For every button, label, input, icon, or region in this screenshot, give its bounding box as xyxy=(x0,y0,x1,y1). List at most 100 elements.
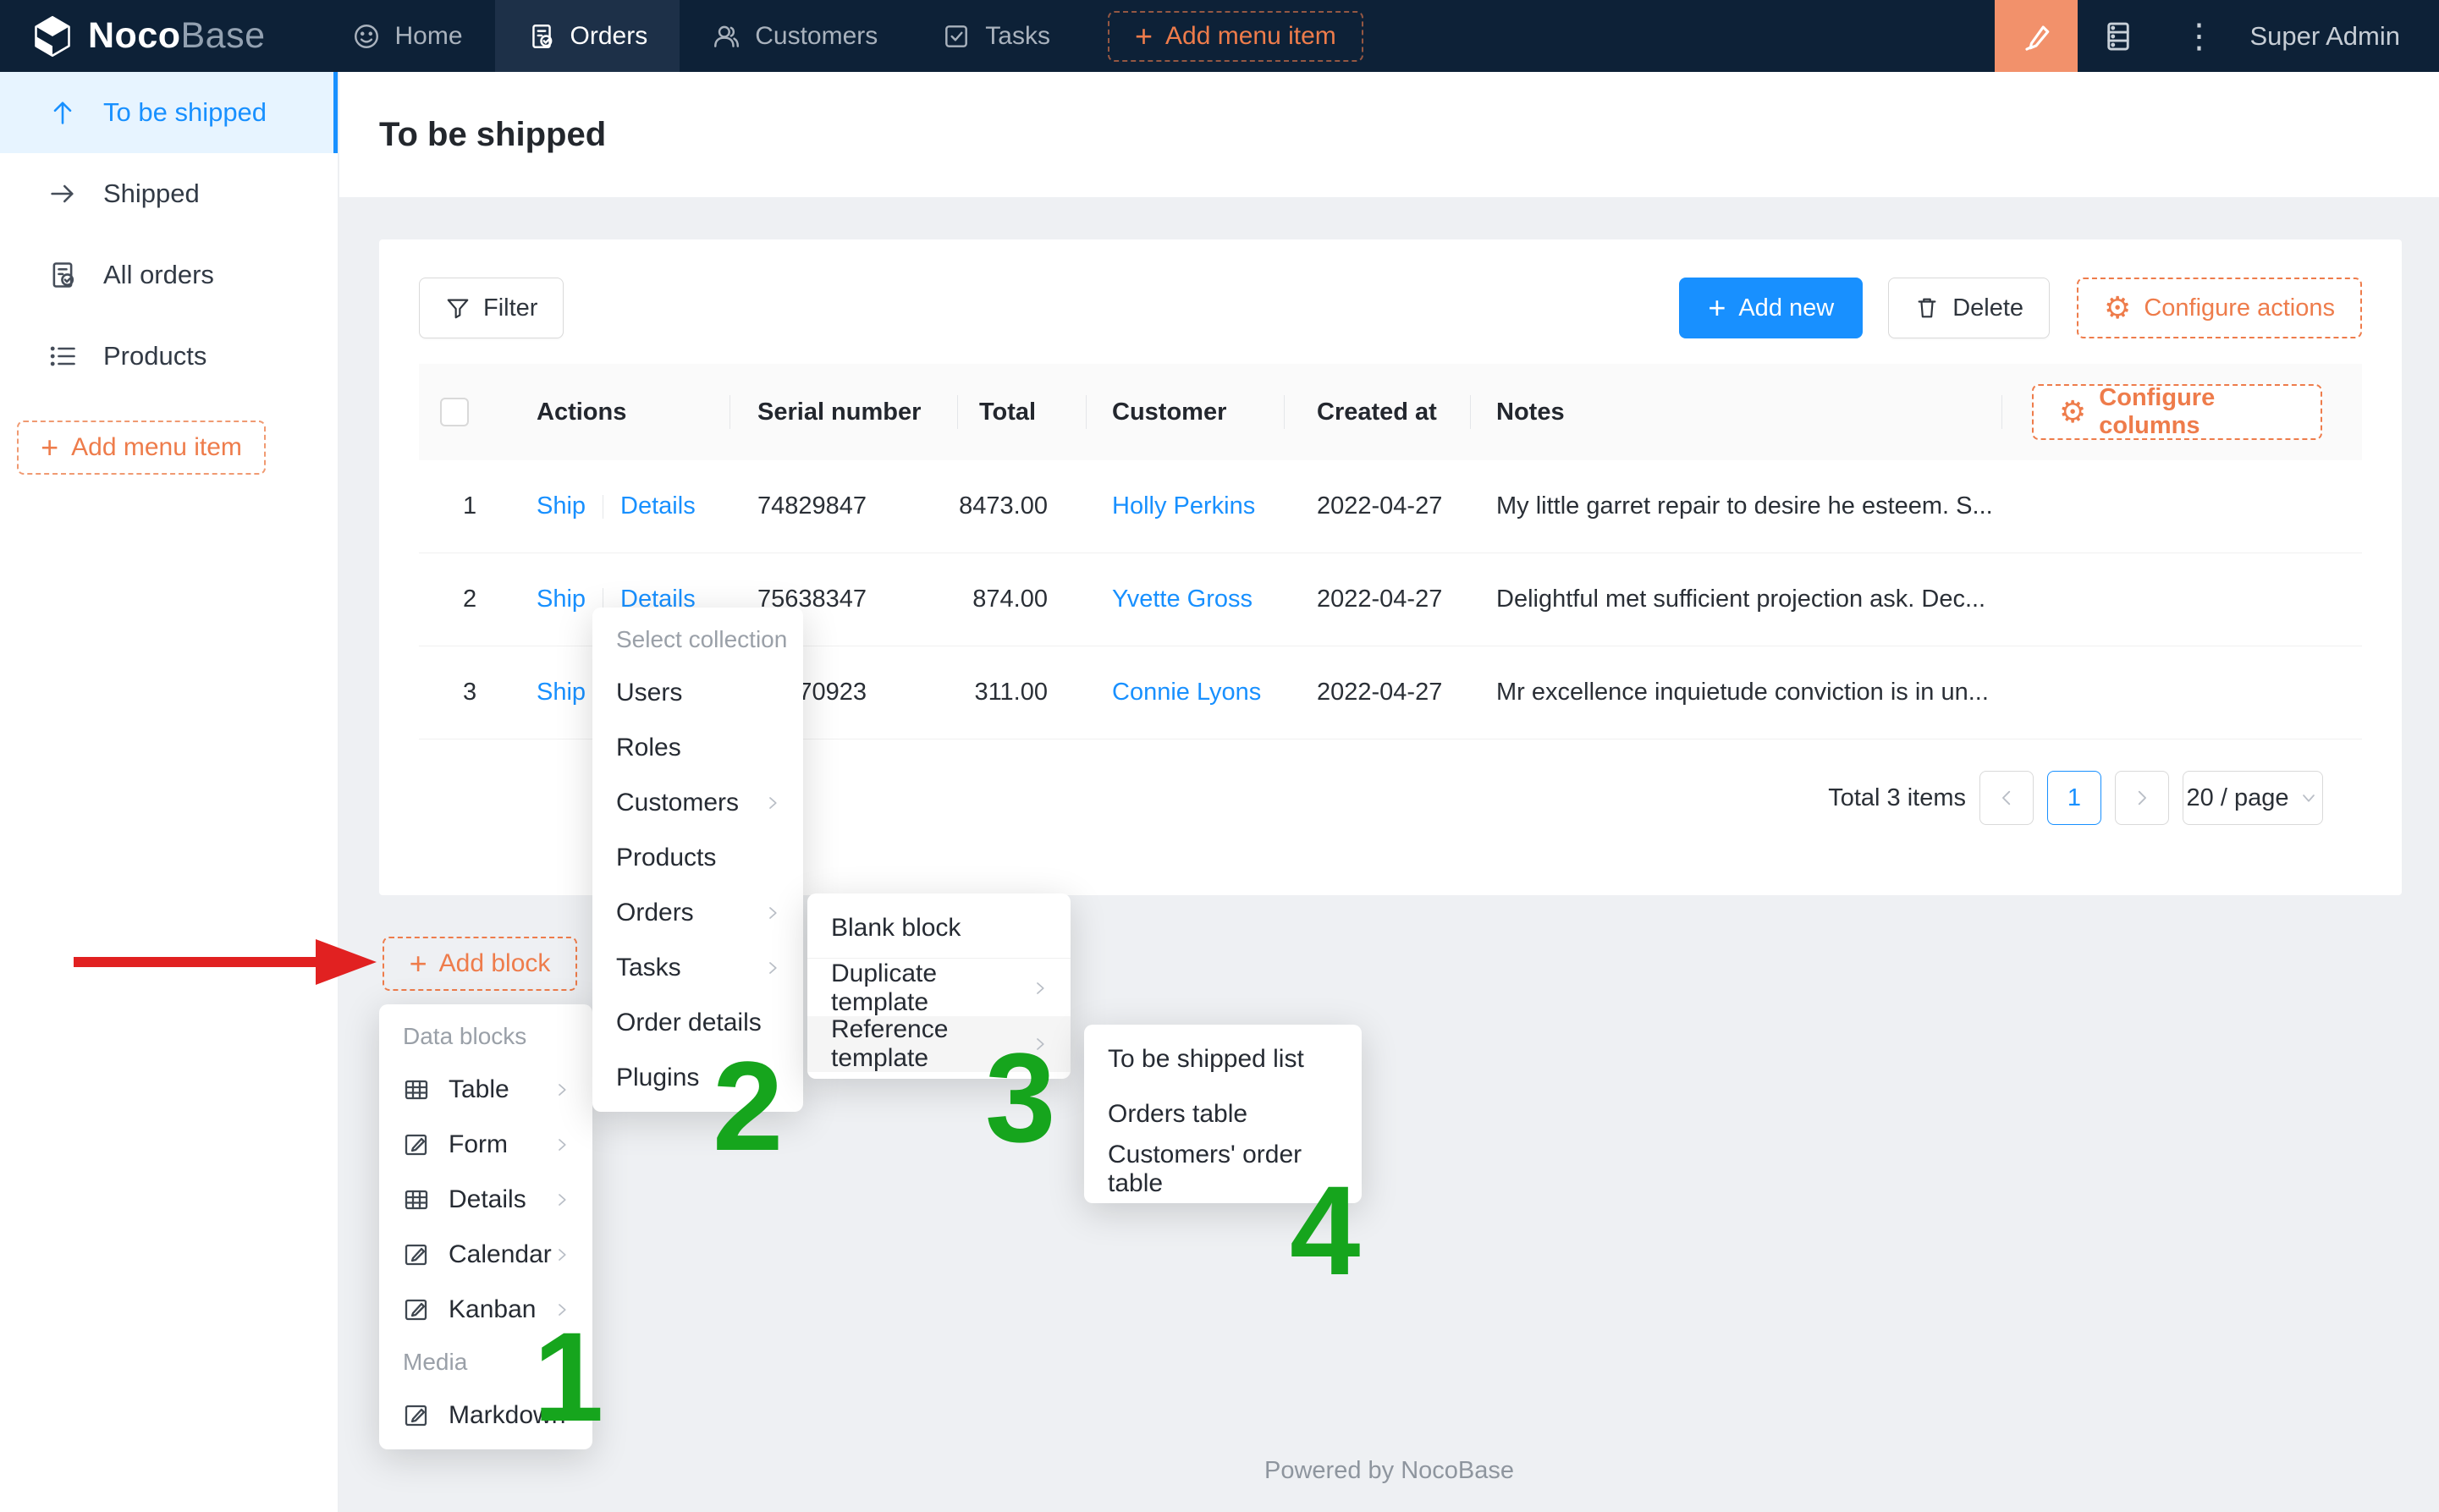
chevron-right-icon xyxy=(552,1135,572,1155)
total-cell: 8473.00 xyxy=(957,492,1086,520)
menu-item-tasks[interactable]: Tasks xyxy=(592,940,803,995)
nav-add-menu-item-button[interactable]: + Add menu item xyxy=(1108,11,1363,62)
prev-page-button[interactable] xyxy=(1979,771,2034,825)
chevron-right-icon xyxy=(763,903,783,923)
list-icon xyxy=(47,341,78,371)
customer-link[interactable]: Yvette Gross xyxy=(1086,586,1284,613)
configure-columns-button[interactable]: ⚙ Configure columns xyxy=(2032,384,2322,440)
column-header-serial[interactable]: Serial number xyxy=(729,364,957,460)
next-page-button[interactable] xyxy=(2115,771,2169,825)
menu-item-label: Kanban xyxy=(449,1295,536,1324)
menu-item-users[interactable]: Users xyxy=(592,665,803,720)
delete-button[interactable]: Delete xyxy=(1888,278,2050,338)
column-header-actions[interactable]: Actions xyxy=(506,364,729,460)
plugin-manager-button[interactable] xyxy=(2078,0,2159,72)
menu-item-label: Calendar xyxy=(449,1240,552,1269)
column-header-notes[interactable]: Notes xyxy=(1470,364,2001,460)
configure-actions-label: Configure actions xyxy=(2144,294,2335,322)
menu-item-blank-block[interactable]: Blank block xyxy=(807,900,1071,956)
form-icon xyxy=(403,1402,430,1429)
details-link[interactable]: Details xyxy=(620,492,696,520)
sidebar-label-products: Products xyxy=(103,341,206,371)
gear-icon: ⚙ xyxy=(2104,293,2131,323)
nav-item-orders[interactable]: Orders xyxy=(495,0,680,72)
annotation-number-1: 1 xyxy=(533,1313,603,1440)
trash-icon xyxy=(1914,295,1940,321)
add-new-label: Add new xyxy=(1738,294,1834,322)
chevron-right-icon xyxy=(763,958,783,978)
file-check-icon xyxy=(527,22,556,51)
menu-item-customers[interactable]: Customers xyxy=(592,775,803,830)
sidebar-label-shipped: Shipped xyxy=(103,179,200,209)
arrow-up-icon xyxy=(47,97,78,128)
sidebar-item-to-be-shipped[interactable]: To be shipped xyxy=(0,72,338,153)
add-block-button[interactable]: + Add block xyxy=(383,937,577,991)
ship-link[interactable]: Ship xyxy=(537,492,586,520)
chevron-right-icon xyxy=(552,1080,572,1100)
configure-actions-button[interactable]: ⚙ Configure actions xyxy=(2077,278,2362,338)
nocobase-cube-icon xyxy=(30,14,74,58)
page-number-button[interactable]: 1 xyxy=(2047,771,2101,825)
more-actions-button[interactable]: ⋮ xyxy=(2159,0,2240,72)
column-header-customer[interactable]: Customer xyxy=(1086,364,1284,460)
nav-item-home[interactable]: Home xyxy=(320,0,495,72)
nav-label-home: Home xyxy=(395,22,463,51)
task-check-icon xyxy=(942,22,971,51)
menu-item-label: Details xyxy=(449,1185,526,1214)
menu-item-table[interactable]: Table xyxy=(379,1062,592,1117)
menu-item-orders[interactable]: Orders xyxy=(592,885,803,940)
menu-item-to-be-shipped-list[interactable]: To be shipped list xyxy=(1084,1031,1362,1086)
select-all-cell xyxy=(419,364,506,460)
menu-item-label: Duplicate template xyxy=(831,959,1030,1017)
menu-item-details[interactable]: Details xyxy=(379,1172,592,1227)
menu-item-roles[interactable]: Roles xyxy=(592,720,803,775)
menu-header: Select collection xyxy=(592,614,803,665)
row-index: 1 xyxy=(419,492,506,520)
ui-editor-button[interactable] xyxy=(1995,0,2078,72)
chevron-left-icon xyxy=(1996,787,2018,809)
created-at-cell: 2022-04-27 xyxy=(1284,679,1470,707)
add-new-button[interactable]: + Add new xyxy=(1679,278,1863,338)
sidebar-item-all-orders[interactable]: All orders xyxy=(0,234,338,316)
sidebar-item-products[interactable]: Products xyxy=(0,316,338,397)
plus-icon: + xyxy=(1708,293,1726,323)
filter-button[interactable]: Filter xyxy=(419,278,564,338)
page-size-select[interactable]: 20 / page xyxy=(2183,771,2323,825)
file-check-icon xyxy=(47,260,78,290)
sidebar-item-shipped[interactable]: Shipped xyxy=(0,153,338,234)
chevron-right-icon xyxy=(763,793,783,813)
navbar-right: ⋮ Super Admin xyxy=(1995,0,2439,72)
sidebar-add-menu-item-button[interactable]: + Add menu item xyxy=(17,421,266,475)
nav-item-tasks[interactable]: Tasks xyxy=(910,0,1082,72)
ship-link[interactable]: Ship xyxy=(537,586,586,613)
menu-item-products[interactable]: Products xyxy=(592,830,803,885)
brand-noco: Noco xyxy=(88,15,181,56)
top-navbar: NocoBase Home Orders Customers Tasks + A… xyxy=(0,0,2439,72)
ellipsis-icon: ⋮ xyxy=(2183,17,2216,56)
column-header-total[interactable]: Total xyxy=(957,364,1086,460)
row-index: 3 xyxy=(419,679,506,707)
menu-item-label: To be shipped list xyxy=(1108,1045,1304,1074)
sidebar: To be shipped Shipped All orders Product… xyxy=(0,72,339,1512)
customer-link[interactable]: Holly Perkins xyxy=(1086,492,1284,520)
nocobase-logo[interactable]: NocoBase xyxy=(30,14,266,58)
table-icon xyxy=(403,1076,430,1103)
menu-item-form[interactable]: Form xyxy=(379,1117,592,1172)
current-user[interactable]: Super Admin xyxy=(2250,21,2401,52)
annotation-number-4: 4 xyxy=(1290,1167,1360,1294)
menu-item-duplicate-template[interactable]: Duplicate template xyxy=(807,960,1071,1016)
table-header-row: Actions Serial number Total Customer Cre… xyxy=(419,364,2362,460)
customer-link[interactable]: Connie Lyons xyxy=(1086,679,1284,707)
column-header-label: Customer xyxy=(1112,399,1226,426)
column-header-label: Notes xyxy=(1496,399,1565,426)
select-all-checkbox[interactable] xyxy=(440,398,469,426)
chevron-right-icon xyxy=(2131,787,2153,809)
pagination-total: Total 3 items xyxy=(1828,784,1966,812)
menu-item-calendar[interactable]: Calendar xyxy=(379,1227,592,1282)
menu-item-orders-table[interactable]: Orders table xyxy=(1084,1086,1362,1141)
ship-link[interactable]: Ship xyxy=(537,679,586,707)
column-header-created-at[interactable]: Created at xyxy=(1284,364,1470,460)
column-header-label: Total xyxy=(979,399,1036,426)
nav-item-customers[interactable]: Customers xyxy=(680,0,910,72)
users-icon xyxy=(712,22,741,51)
